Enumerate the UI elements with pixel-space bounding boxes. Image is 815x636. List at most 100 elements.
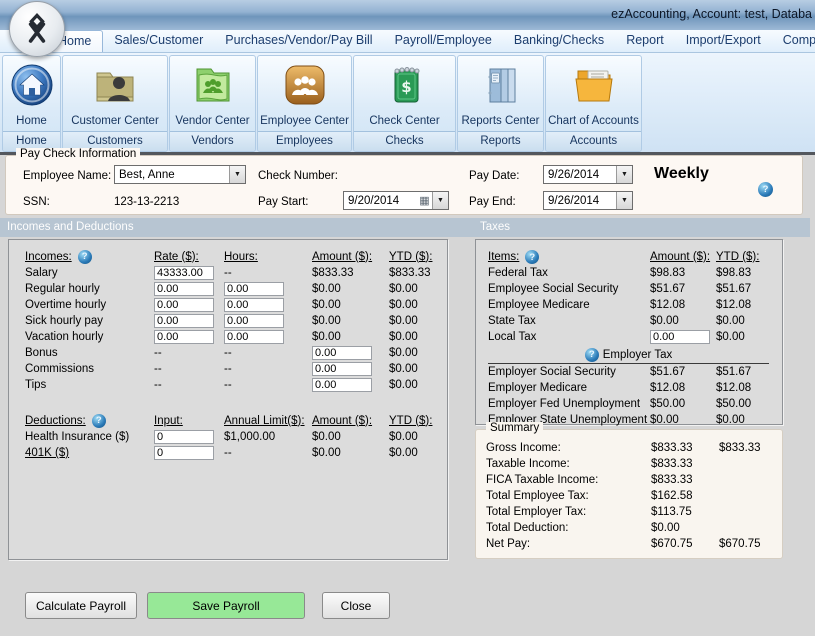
employer-state-unemployment-ytd-value: $0.00 (716, 414, 779, 426)
total-deduction-value: $0.00 (651, 522, 719, 534)
bonus-ytd-value: $0.00 (389, 347, 444, 359)
commissions-label: Commissions (25, 363, 154, 375)
chevron-down-icon[interactable] (432, 192, 448, 209)
pay-start-label: Pay Start: (258, 196, 309, 208)
employee-name-select[interactable]: Best, Anne (114, 165, 246, 184)
vacation-hourly-label: Vacation hourly (25, 331, 154, 343)
tab-sales-customer[interactable]: Sales/Customer (103, 30, 214, 52)
help-icon[interactable] (585, 348, 599, 362)
toolbar-chart-of-accounts[interactable]: Chart of AccountsAccounts (545, 55, 642, 152)
401k-input[interactable] (154, 446, 214, 460)
pay-date-select[interactable]: 9/26/2014 (543, 165, 633, 184)
tax-row-employer-fed-unemployment: Employer Fed Unemployment$50.00$50.00 (488, 396, 779, 412)
sick-hourly-pay-hours-input[interactable] (224, 314, 284, 328)
deduction-row-health-insurance: Health Insurance ($)$1,000.00$0.00$0.00 (25, 429, 444, 445)
paycheck-group-label: Pay Check Information (16, 148, 140, 160)
toolbar-home[interactable]: HomeHome (2, 55, 61, 152)
summary-group: Summary Gross Income:$833.33$833.33Taxab… (475, 429, 783, 559)
regular-hourly-hours-input[interactable] (224, 282, 284, 296)
bonus-amount-input[interactable] (312, 346, 372, 360)
taxes-section-label: Taxes (480, 218, 510, 237)
local-tax-label: Local Tax (488, 331, 650, 343)
pay-start-datepicker[interactable]: 9/20/2014 (343, 191, 449, 210)
tips-rate-value: -- (154, 379, 224, 391)
income-rows: Salary--$833.33$833.33 Regular hourly $0.0… (25, 265, 444, 393)
tax-row-employer-medicare: Employer Medicare$12.08$12.08 (488, 380, 779, 396)
incomes-header: Incomes: (25, 251, 72, 263)
chevron-down-icon[interactable] (229, 166, 245, 183)
overtime-hourly-rate-input[interactable] (154, 298, 214, 312)
amount-header: Amount ($): (650, 251, 716, 263)
calendar-icon[interactable] (417, 192, 432, 209)
employer-tax-title: Employer Tax (603, 349, 672, 361)
gross-income-ytd-value: $833.33 (719, 442, 778, 454)
regular-hourly-ytd-value: $0.00 (389, 283, 444, 295)
input-header: Input: (154, 415, 224, 427)
summary-row-net-pay: Net Pay:$670.75$670.75 (486, 536, 778, 552)
help-icon[interactable] (758, 182, 773, 197)
tips-amount-input[interactable] (312, 378, 372, 392)
tax-row-employer-social-security: Employer Social Security$51.67$51.67 (488, 364, 779, 380)
vacation-hourly-rate-input[interactable] (154, 330, 214, 344)
tab-report[interactable]: Report (615, 30, 675, 52)
employee-medicare-label: Employee Medicare (488, 299, 650, 311)
tab-banking-checks[interactable]: Banking/Checks (503, 30, 615, 52)
help-icon[interactable] (92, 414, 106, 428)
ytd-header: YTD ($): (389, 251, 444, 263)
employer-medicare-amount-value: $12.08 (650, 382, 716, 394)
tab-company[interactable]: Company (772, 30, 815, 52)
income-row-salary: Salary--$833.33$833.33 (25, 265, 444, 281)
taxes-panel: Items: Amount ($): YTD ($): Federal Tax$… (475, 239, 783, 425)
tab-purchases-vendor-pay-bill[interactable]: Purchases/Vendor/Pay Bill (214, 30, 383, 52)
vacation-hourly-amount-value: $0.00 (312, 331, 389, 343)
toolbar: HomeHomeCustomer CenterCustomersVendor C… (0, 53, 815, 155)
local-tax-amount-input[interactable] (650, 330, 710, 344)
vacation-hourly-hours-input[interactable] (224, 330, 284, 344)
ytd-header: YTD ($): (716, 251, 779, 263)
toolbar-employee-center[interactable]: Employee CenterEmployees (257, 55, 352, 152)
app-logo-icon[interactable] (9, 1, 65, 57)
total-employee-tax-value: $162.58 (651, 490, 719, 502)
save-payroll-button[interactable]: Save Payroll (147, 592, 305, 619)
pay-end-select[interactable]: 9/26/2014 (543, 191, 633, 210)
sick-hourly-pay-rate-input[interactable] (154, 314, 214, 328)
employer-medicare-ytd-value: $12.08 (716, 382, 779, 394)
tab-import-export[interactable]: Import/Export (675, 30, 772, 52)
incomes-header-row: Incomes: Rate ($): Hours: Amount ($): YT… (25, 248, 444, 265)
help-icon[interactable] (78, 250, 92, 264)
local-tax-ytd-value: $0.00 (716, 331, 779, 343)
salary-rate-input[interactable] (154, 266, 214, 280)
tax-row-federal-tax: Federal Tax$98.83$98.83 (488, 265, 779, 281)
tab-payroll-employee[interactable]: Payroll/Employee (384, 30, 503, 52)
health-insurance-amount-value: $0.00 (312, 431, 389, 443)
commissions-amount-input[interactable] (312, 362, 372, 376)
regular-hourly-label: Regular hourly (25, 283, 154, 295)
fica-taxable-income-label: FICA Taxable Income: (486, 474, 651, 486)
overtime-hourly-hours-input[interactable] (224, 298, 284, 312)
employee-social-security-ytd-value: $51.67 (716, 283, 779, 295)
net-pay-value: $670.75 (651, 538, 719, 550)
401k-label[interactable]: 401K ($) (25, 447, 154, 459)
pay-end-value: 9/26/2014 (544, 195, 616, 207)
deduction-row-401k: 401K ($)--$0.00$0.00 (25, 445, 444, 461)
ssn-value: 123-13-2213 (114, 196, 179, 208)
close-button[interactable]: Close (322, 592, 390, 619)
health-insurance-input[interactable] (154, 430, 214, 444)
chevron-down-icon[interactable] (616, 166, 632, 183)
amount-header: Amount ($): (312, 251, 389, 263)
regular-hourly-amount-value: $0.00 (312, 283, 389, 295)
items-header: Items: (488, 251, 519, 263)
toolbar-customer-center[interactable]: Customer CenterCustomers (62, 55, 168, 152)
toolbar-vendor-center[interactable]: Vendor CenterVendors (169, 55, 256, 152)
summary-row-total-employer-tax: Total Employer Tax:$113.75 (486, 504, 778, 520)
toolbar-check-center[interactable]: $Check CenterChecks (353, 55, 456, 152)
toolbar-reports-center[interactable]: Reports CenterReports (457, 55, 544, 152)
calculate-payroll-button[interactable]: Calculate Payroll (25, 592, 137, 619)
help-icon[interactable] (525, 250, 539, 264)
tips-hours-value: -- (224, 379, 312, 391)
regular-hourly-rate-input[interactable] (154, 282, 214, 296)
chevron-down-icon[interactable] (616, 192, 632, 209)
employee-social-security-amount-value: $51.67 (650, 283, 716, 295)
deductions-header-row: Deductions: Input: Annual Limit($): Amou… (25, 412, 444, 429)
taxable-income-label: Taxable Income: (486, 458, 651, 470)
